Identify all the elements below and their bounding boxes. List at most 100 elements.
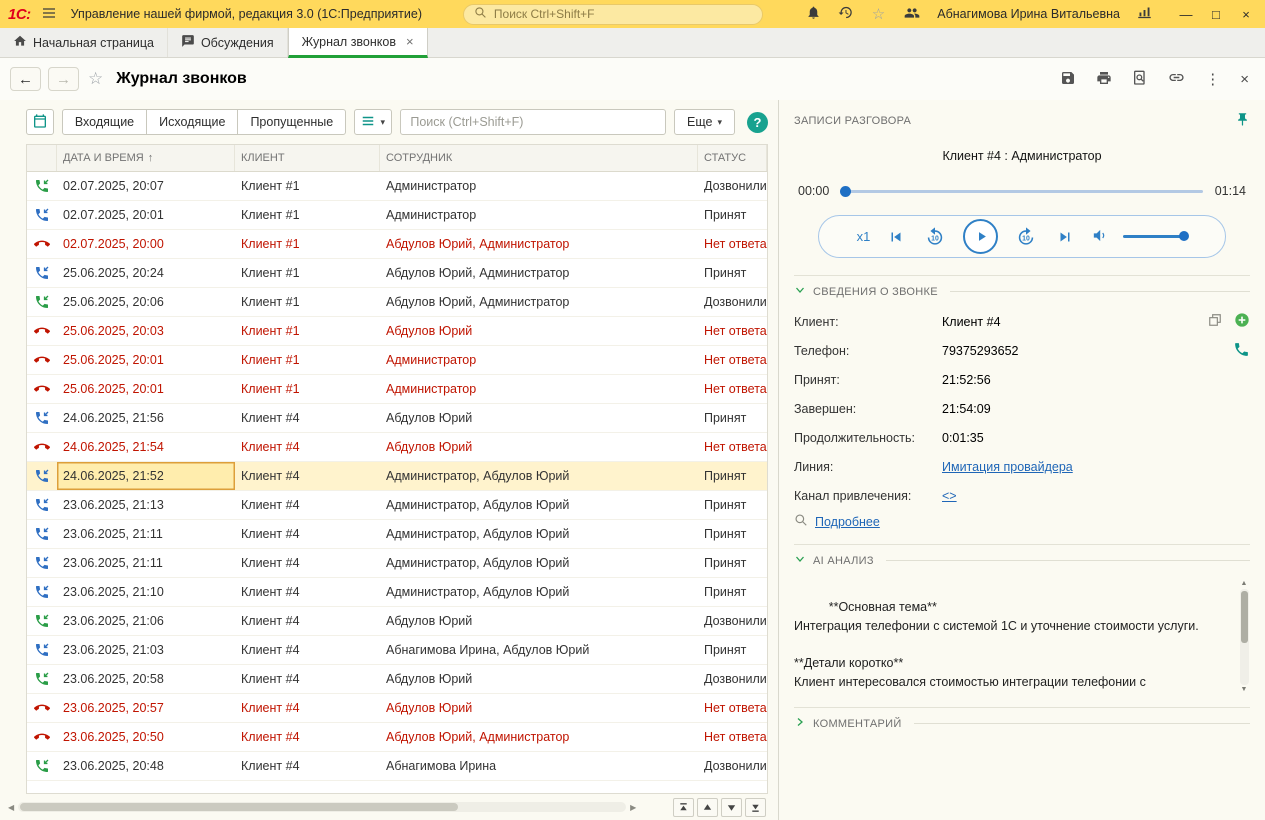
call-details-header[interactable]: СВЕДЕНИЯ О ЗВОНКЕ <box>794 276 1250 307</box>
table-row[interactable]: 23.06.2025, 21:11Клиент #4Администратор,… <box>27 549 767 578</box>
set-period-button[interactable] <box>26 109 54 135</box>
filter-incoming-button[interactable]: Входящие <box>62 109 147 135</box>
field-value-link[interactable]: <> <box>942 489 957 503</box>
play-button[interactable] <box>963 219 998 254</box>
table-row[interactable]: 23.06.2025, 21:06Клиент #4Абдулов ЮрийДо… <box>27 607 767 636</box>
skip-next-button[interactable] <box>1054 226 1076 248</box>
table-row[interactable]: 23.06.2025, 21:11Клиент #4Администратор,… <box>27 520 767 549</box>
go-first-row-button[interactable] <box>673 798 694 817</box>
table-row[interactable]: 23.06.2025, 21:03Клиент #4Абнагимова Ири… <box>27 636 767 665</box>
ai-scrollbar-track[interactable] <box>1240 589 1249 685</box>
minimize-button[interactable]: — <box>1173 3 1199 25</box>
scroll-right-icon[interactable]: ▶ <box>630 803 636 812</box>
list-search-input[interactable] <box>400 109 666 135</box>
global-search[interactable]: Поиск Ctrl+Shift+F <box>463 4 763 25</box>
previous-row-button[interactable] <box>697 798 718 817</box>
column-employee[interactable]: СОТРУДНИК <box>380 145 698 171</box>
table-row[interactable]: 25.06.2025, 20:03Клиент #1Абдулов ЮрийНе… <box>27 317 767 346</box>
favorites-button[interactable]: ☆ <box>868 3 889 25</box>
skip-previous-button[interactable] <box>885 226 907 248</box>
tab-close-icon[interactable]: × <box>406 34 414 49</box>
table-row[interactable]: 25.06.2025, 20:01Клиент #1АдминистраторН… <box>27 375 767 404</box>
call-client: Клиент #1 <box>235 266 380 280</box>
rewind-10-button[interactable]: 10 <box>922 224 948 250</box>
field-label: Принят: <box>794 373 942 387</box>
call-client: Клиент #4 <box>235 411 380 425</box>
table-row[interactable]: 23.06.2025, 20:48Клиент #4Абнагимова Ири… <box>27 752 767 781</box>
field-label: Продолжительность: <box>794 431 942 445</box>
horizontal-scrollbar[interactable] <box>18 802 626 812</box>
history-button[interactable] <box>836 3 855 25</box>
call-status: Дозвонились <box>698 759 767 773</box>
recording-track-label: Клиент #4 : Администратор <box>794 149 1250 163</box>
filter-missed-button[interactable]: Пропущенные <box>237 109 346 135</box>
more-actions-button[interactable]: ⋮ <box>1203 68 1222 90</box>
filter-outgoing-button[interactable]: Исходящие <box>146 109 238 135</box>
table-row[interactable]: 25.06.2025, 20:06Клиент #1Абдулов Юрий, … <box>27 288 767 317</box>
volume-icon[interactable] <box>1091 227 1108 247</box>
table-row[interactable]: 23.06.2025, 21:10Клиент #4Администратор,… <box>27 578 767 607</box>
list-view-menu-button[interactable]: ▾ <box>354 109 392 135</box>
field-value-link[interactable]: Имитация провайдера <box>942 460 1073 474</box>
maximize-button[interactable]: □ <box>1203 3 1229 25</box>
table-row[interactable]: 23.06.2025, 21:13Клиент #4Администратор,… <box>27 491 767 520</box>
main-menu-button[interactable] <box>39 3 59 26</box>
back-button[interactable]: ← <box>10 67 41 91</box>
table-row[interactable]: 23.06.2025, 20:58Клиент #4Абдулов ЮрийДо… <box>27 665 767 694</box>
incoming-call-icon <box>27 497 57 513</box>
horizontal-scrollbar-thumb[interactable] <box>20 803 458 811</box>
forward-10-button[interactable]: 10 <box>1013 224 1039 250</box>
pin-icon[interactable] <box>1235 112 1250 130</box>
close-window-button[interactable]: × <box>1233 3 1259 25</box>
forward-button[interactable]: → <box>48 67 79 91</box>
table-row[interactable]: 24.06.2025, 21:56Клиент #4Абдулов ЮрийПр… <box>27 404 767 433</box>
column-client[interactable]: КЛИЕНТ <box>235 145 380 171</box>
column-datetime[interactable]: ДАТА И ВРЕМЯ ↑ <box>57 145 235 171</box>
volume-slider-thumb[interactable] <box>1179 231 1189 241</box>
volume-slider[interactable] <box>1123 235 1187 238</box>
close-form-button[interactable]: × <box>1238 69 1251 90</box>
scroll-left-icon[interactable]: ◀ <box>8 803 14 812</box>
playback-speed-button[interactable]: x1 <box>857 229 871 244</box>
ai-scrollbar-thumb[interactable] <box>1241 591 1248 643</box>
print-button[interactable] <box>1094 68 1114 91</box>
call-phone-icon[interactable] <box>1233 341 1250 361</box>
favorite-star-icon[interactable]: ☆ <box>88 69 103 89</box>
table-row[interactable]: 02.07.2025, 20:01Клиент #1АдминистраторП… <box>27 201 767 230</box>
column-status[interactable]: СТАТУС <box>698 145 767 171</box>
connection-status-button[interactable] <box>1135 3 1154 25</box>
more-button[interactable]: Еще ▾ <box>674 109 735 135</box>
details-more-link[interactable]: Подробнее <box>815 515 880 529</box>
scroll-down-icon[interactable]: ▼ <box>1241 685 1248 695</box>
save-button[interactable] <box>1058 68 1078 91</box>
open-record-icon[interactable] <box>1208 313 1222 330</box>
next-row-button[interactable] <box>721 798 742 817</box>
table-row[interactable]: 02.07.2025, 20:07Клиент #1АдминистраторД… <box>27 172 767 201</box>
printer-icon <box>1096 70 1112 89</box>
tab-home[interactable]: Начальная страница <box>0 28 168 57</box>
ai-scrollbar[interactable]: ▲ ▼ <box>1238 579 1250 695</box>
users-button[interactable] <box>902 3 922 26</box>
tab-discussions[interactable]: Обсуждения <box>168 28 288 57</box>
ai-analysis-header[interactable]: AI АНАЛИЗ <box>794 545 1250 576</box>
scroll-up-icon[interactable]: ▲ <box>1241 579 1248 589</box>
current-user-name[interactable]: Абнагимова Ирина Витальевна <box>937 7 1120 21</box>
help-button[interactable]: ? <box>747 112 768 133</box>
preview-button[interactable] <box>1130 68 1150 91</box>
progress-slider[interactable] <box>841 190 1202 193</box>
tab-call-log[interactable]: Журнал звонков × <box>288 28 428 58</box>
comment-header[interactable]: КОММЕНТАРИЙ <box>794 708 1250 739</box>
table-row[interactable]: 24.06.2025, 21:52Клиент #4Администратор,… <box>27 462 767 491</box>
table-row[interactable]: 25.06.2025, 20:24Клиент #1Абдулов Юрий, … <box>27 259 767 288</box>
table-row[interactable]: 02.07.2025, 20:00Клиент #1Абдулов Юрий, … <box>27 230 767 259</box>
progress-slider-thumb[interactable] <box>840 186 851 197</box>
table-row[interactable]: 24.06.2025, 21:54Клиент #4Абдулов ЮрийНе… <box>27 433 767 462</box>
table-row[interactable]: 23.06.2025, 20:57Клиент #4Абдулов ЮрийНе… <box>27 694 767 723</box>
notifications-button[interactable] <box>804 3 823 25</box>
call-status: Принят <box>698 411 767 425</box>
table-row[interactable]: 25.06.2025, 20:01Клиент #1АдминистраторН… <box>27 346 767 375</box>
go-last-row-button[interactable] <box>745 798 766 817</box>
get-link-button[interactable] <box>1166 67 1187 91</box>
add-client-icon[interactable] <box>1234 312 1250 331</box>
table-row[interactable]: 23.06.2025, 20:50Клиент #4Абдулов Юрий, … <box>27 723 767 752</box>
